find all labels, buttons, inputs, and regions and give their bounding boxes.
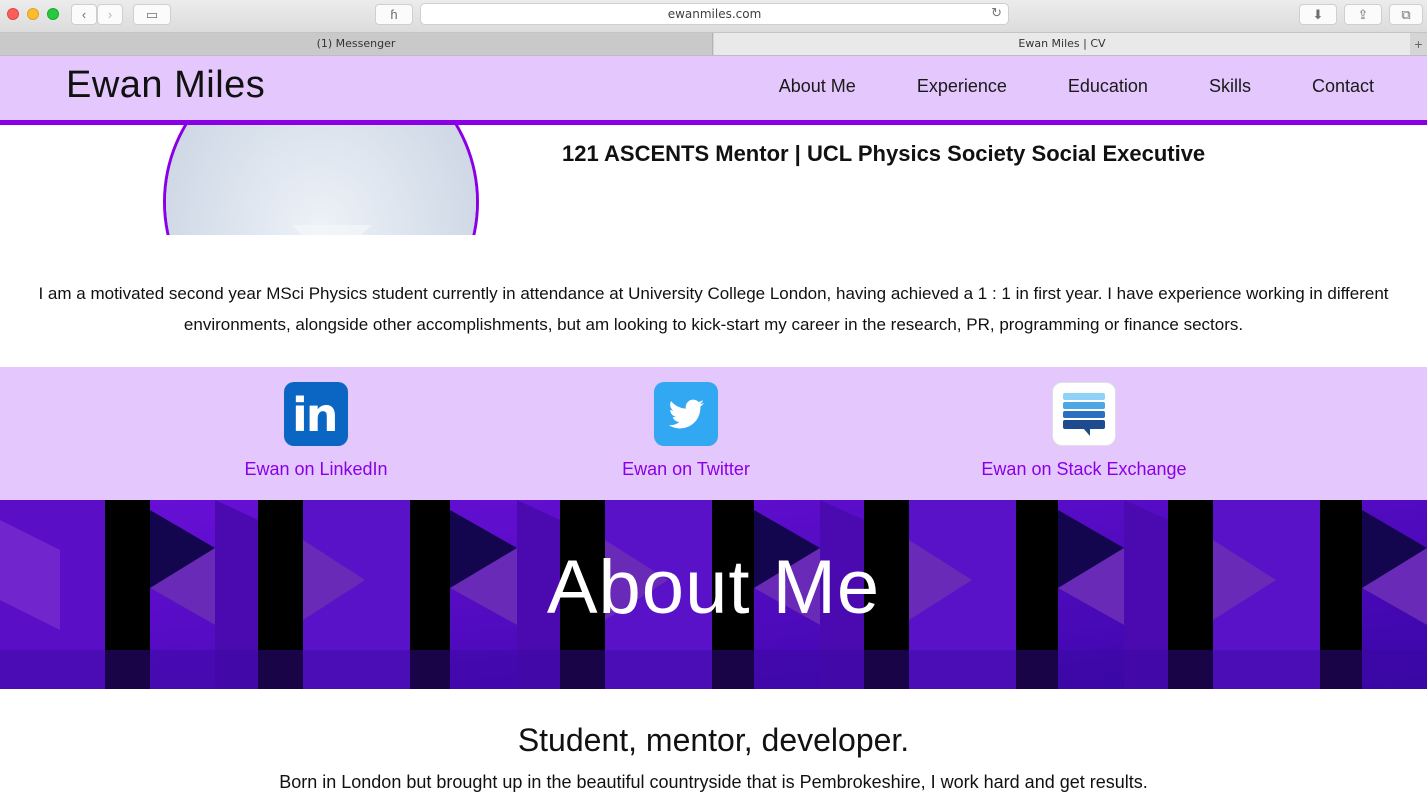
se-bar-2 (1063, 402, 1105, 409)
collar-graphic (292, 225, 372, 235)
about-me-heading: About Me (546, 545, 881, 630)
about-me-hero: About Me (0, 500, 1427, 689)
social-linkedin[interactable]: in Ewan on LinkedIn (216, 382, 416, 480)
chevron-left-icon: ‹ (81, 7, 87, 22)
downloads-button[interactable]: ⬇ (1299, 4, 1337, 25)
nav-contact[interactable]: Contact (1312, 76, 1374, 97)
nav-about-me[interactable]: About Me (779, 76, 856, 97)
profile-photo (163, 125, 479, 235)
zoom-window-button[interactable] (47, 8, 59, 20)
plus-icon: + (1414, 36, 1423, 52)
linkedin-icon[interactable]: in (284, 382, 348, 446)
nav-experience[interactable]: Experience (917, 76, 1007, 97)
extension-icon: ɦ (390, 7, 398, 22)
tab-overview-button[interactable]: ⧉ (1389, 4, 1423, 25)
social-links-band: in Ewan on LinkedIn Ewan on Twitter Ewan… (0, 367, 1427, 500)
shirt-graphic (166, 125, 476, 235)
site-brand[interactable]: Ewan Miles (66, 64, 265, 107)
new-tab-button[interactable]: + (1410, 33, 1427, 55)
se-bar-1 (1063, 393, 1105, 400)
stack-exchange-icon[interactable] (1052, 382, 1116, 446)
social-twitter[interactable]: Ewan on Twitter (586, 382, 786, 480)
forward-button[interactable]: › (97, 4, 123, 25)
profile-role: 121 ASCENTS Mentor | UCL Physics Society… (562, 141, 1206, 166)
twitter-icon[interactable] (654, 382, 718, 446)
back-button[interactable]: ‹ (71, 4, 97, 25)
tab-ewan-miles-cv[interactable]: Ewan Miles | CV (714, 33, 1410, 55)
se-tail (1083, 428, 1090, 436)
sidebar-icon: ▭ (145, 7, 159, 22)
about-tagline: Student, mentor, developer. (517, 722, 910, 758)
se-bar-3 (1063, 411, 1105, 418)
tab-bar: (1) Messenger Ewan Miles | CV + (0, 33, 1427, 56)
url-text: ewanmiles.com (667, 7, 762, 21)
nav-links: About Me Experience Education Skills Con… (718, 76, 1374, 97)
tabs-icon: ⧉ (1401, 7, 1411, 22)
twitter-link[interactable]: Ewan on Twitter (586, 459, 786, 480)
address-bar[interactable]: ewanmiles.com ↻ (420, 3, 1009, 25)
share-icon: ⇪ (1357, 7, 1369, 22)
reload-icon[interactable]: ↻ (991, 4, 1002, 24)
social-stack-exchange[interactable]: Ewan on Stack Exchange (974, 382, 1194, 480)
nav-skills[interactable]: Skills (1209, 76, 1251, 97)
browser-toolbar: ‹ › ▭ ɦ ewanmiles.com ↻ ⬇ ⇪ ⧉ (0, 0, 1427, 33)
stack-exchange-link[interactable]: Ewan on Stack Exchange (974, 459, 1194, 480)
minimize-window-button[interactable] (27, 8, 39, 20)
download-icon: ⬇ (1312, 7, 1324, 22)
linkedin-link[interactable]: Ewan on LinkedIn (216, 459, 416, 480)
close-window-button[interactable] (7, 8, 19, 20)
sidebar-toggle-button[interactable]: ▭ (133, 4, 171, 25)
tab-messenger[interactable]: (1) Messenger (0, 33, 713, 55)
site-navbar: Ewan Miles About Me Experience Education… (0, 56, 1427, 125)
nav-education[interactable]: Education (1068, 76, 1148, 97)
share-button[interactable]: ⇪ (1344, 4, 1382, 25)
about-bio: Born in London but brought up in the bea… (279, 772, 1148, 792)
profile-intro: I am a motivated second year MSci Physic… (38, 284, 1389, 334)
chevron-right-icon: › (107, 7, 113, 22)
extension-button[interactable]: ɦ (375, 4, 413, 25)
